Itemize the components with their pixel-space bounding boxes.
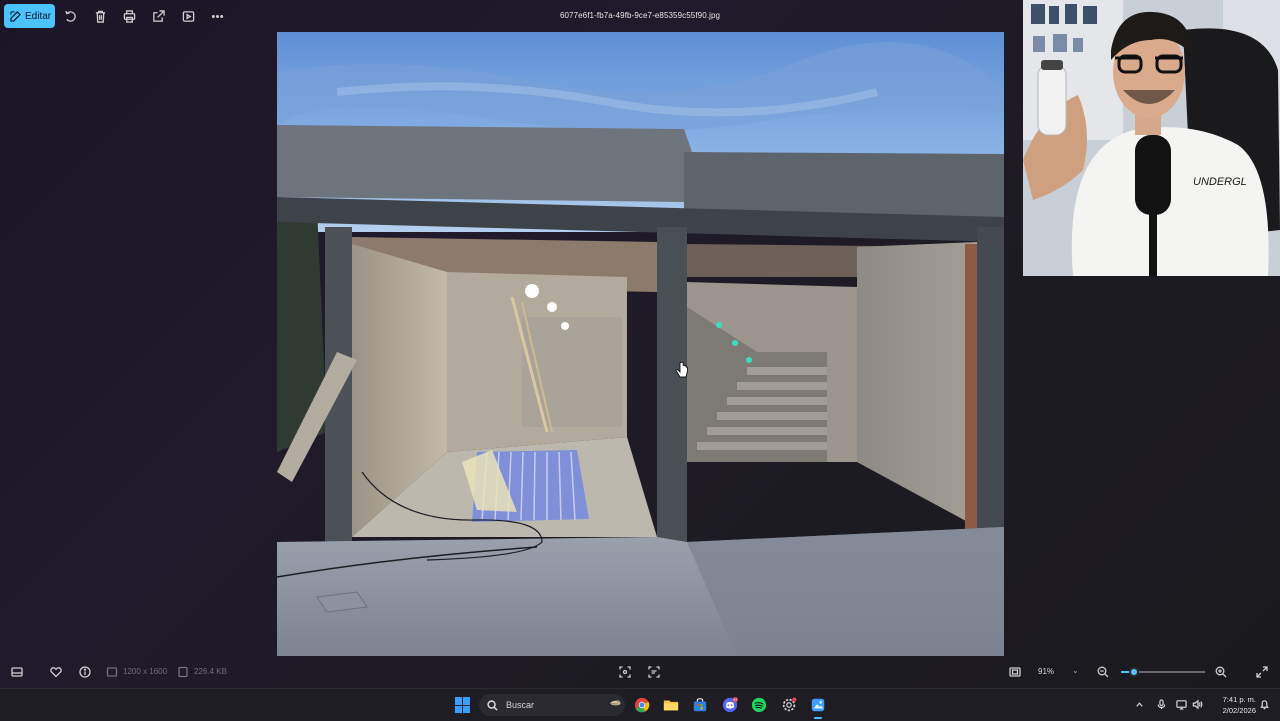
edit-button-label: Editar [25, 10, 52, 22]
search-icon [487, 699, 498, 711]
print-icon[interactable] [121, 8, 137, 24]
webcam-overlay: UNDERGL [1023, 0, 1280, 276]
edit-icon [10, 10, 21, 22]
settings-icon[interactable] [780, 696, 798, 714]
visual-search-icon[interactable] [647, 665, 661, 679]
slideshow-icon[interactable] [180, 8, 196, 24]
clock-time: 7:41 p. m. [1222, 695, 1256, 704]
clock-date: 2/02/2026 [1222, 706, 1256, 715]
zoom-level[interactable]: 91% [1038, 667, 1054, 676]
file-explorer-icon[interactable] [662, 696, 680, 714]
favorite-icon[interactable] [49, 665, 63, 679]
rotate-icon[interactable] [62, 8, 78, 24]
search-highlight-illustration-icon [610, 700, 621, 706]
taskbar-clock[interactable]: 7:41 p. m. 2/02/2026 [1208, 694, 1256, 716]
search-placeholder: Buscar [506, 700, 535, 710]
info-icon[interactable] [78, 665, 92, 679]
notifications-icon[interactable] [1258, 698, 1270, 710]
zoom-slider[interactable] [1121, 667, 1205, 677]
windows-start-icon[interactable] [455, 697, 471, 713]
bottom-status-bar: 1200 x 1600 226.4 KB 91% ⌄ [0, 660, 1280, 684]
network-icon[interactable] [1175, 698, 1187, 710]
microphone-icon[interactable] [1155, 698, 1167, 710]
zoom-dropdown-chevron-icon[interactable]: ⌄ [1072, 666, 1079, 675]
filmstrip-icon[interactable] [10, 665, 24, 679]
zoom-in-icon[interactable] [1214, 665, 1228, 679]
chrome-icon[interactable] [633, 696, 651, 714]
share-icon[interactable] [150, 8, 166, 24]
resolution-icon [105, 665, 119, 679]
file-name-title: 6077e6f1-fb7a-49fb-9ce7-e85359c55f90.jpg [559, 11, 721, 20]
windows-taskbar: Buscar 9+ 7:41 p. m. 2/02/2026 [0, 688, 1280, 721]
discord-badge: 9+ [734, 698, 738, 702]
store-icon[interactable] [691, 696, 709, 714]
fullscreen-icon[interactable] [1255, 665, 1269, 679]
zoom-slider-thumb[interactable] [1128, 667, 1139, 677]
volume-icon[interactable] [1191, 698, 1203, 710]
shirt-print-text: UNDERGL [1193, 176, 1247, 188]
image-resolution: 1200 x 1600 [123, 667, 168, 676]
crop-icon[interactable] [618, 665, 632, 679]
file-size-icon [176, 665, 190, 679]
discord-icon[interactable]: 9+ [721, 696, 739, 714]
spotify-icon[interactable] [750, 696, 768, 714]
delete-icon[interactable] [92, 8, 108, 24]
show-hidden-icons-chevron-icon[interactable] [1133, 698, 1145, 710]
edit-button[interactable]: Editar [4, 4, 55, 28]
hand-cursor-icon [675, 362, 688, 378]
zoom-out-icon[interactable] [1096, 665, 1110, 679]
file-size: 226.4 KB [194, 667, 227, 676]
more-icon[interactable] [209, 8, 225, 24]
photos-icon[interactable] [809, 696, 827, 719]
photo-viewer-image[interactable] [277, 32, 1004, 656]
fit-to-window-icon[interactable] [1008, 665, 1022, 679]
taskbar-search-box[interactable]: Buscar [479, 694, 625, 716]
